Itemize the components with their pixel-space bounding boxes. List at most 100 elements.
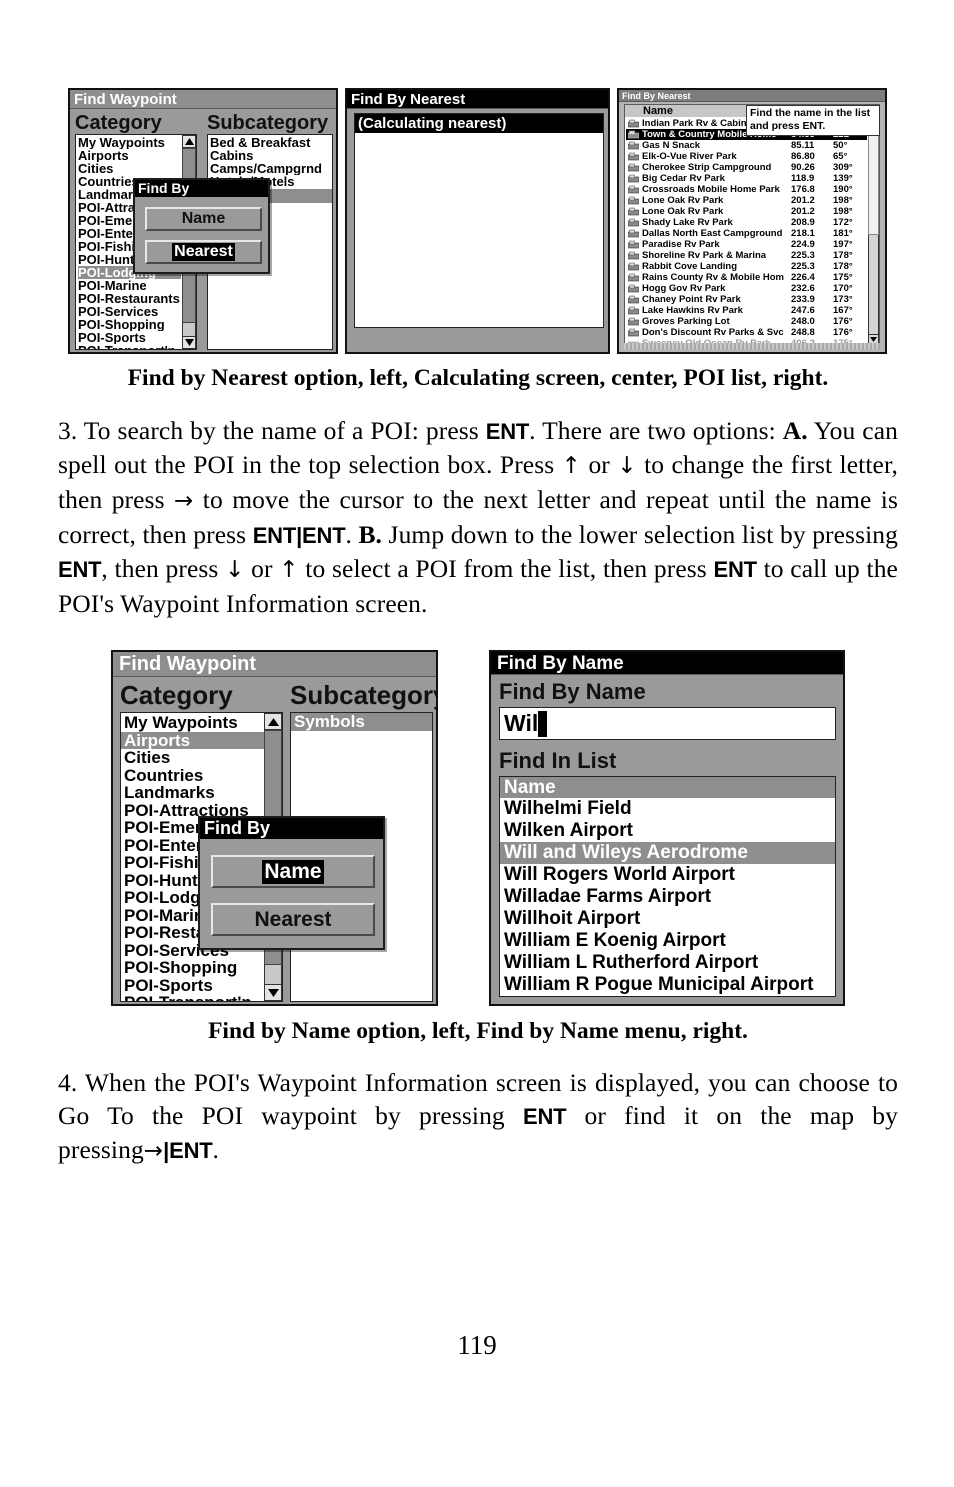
find-by-name-button[interactable]: Name: [211, 855, 375, 888]
poi-row[interactable]: Cherokee Strip Campground 90.26 309°: [626, 162, 867, 173]
poi-row[interactable]: Lake Hawkins Rv Park 247.6 167°: [626, 305, 867, 316]
p3-key-ent-3: ENT: [58, 557, 102, 582]
list-item[interactable]: Willadae Farms Airport: [500, 886, 835, 908]
poi-row[interactable]: Lone Oak Rv Park 201.2 198°: [626, 195, 867, 206]
poi-name: Rabbit Cove Landing: [642, 261, 737, 272]
p3-s11: to select a POI from the list, then pres…: [298, 554, 714, 583]
screen-titlebar: Find By Name: [491, 652, 843, 675]
poi-bearing: 167°: [833, 305, 853, 316]
poi-distance: 248.8: [791, 327, 815, 338]
list-item[interactable]: William L Rutherford Airport: [500, 952, 835, 974]
poi-row[interactable]: Groves Parking Lot 248.0 176°: [626, 316, 867, 327]
list-item[interactable]: POI-Restaurants: [78, 292, 181, 305]
list-item[interactable]: POI-Transport'n: [124, 994, 260, 1001]
list-item[interactable]: My Waypoints: [78, 136, 181, 149]
list-item-selected[interactable]: Airports: [121, 731, 282, 749]
popup-title: Find By: [200, 818, 383, 839]
poi-name: Shoreline Rv Park & Marina: [642, 250, 767, 261]
p3-arrow-down-2: ↓: [225, 557, 245, 583]
list-item[interactable]: Airports: [78, 149, 181, 162]
poi-row[interactable]: Lone Oak Rv Park 201.2 198°: [626, 206, 867, 217]
list-item[interactable]: Wilhelmi Field: [500, 798, 835, 820]
poi-marker-icon: [628, 141, 639, 150]
list-item[interactable]: Will Rogers World Airport: [500, 864, 835, 886]
list-item[interactable]: Landmarks: [124, 784, 260, 802]
scroll-up-icon[interactable]: [182, 135, 196, 148]
list-item[interactable]: POI-Shopping: [124, 959, 260, 977]
poi-marker-icon: [628, 251, 639, 260]
poi-marker-icon: [628, 207, 639, 216]
poi-row[interactable]: Dallas North East Campground 218.1 181°: [626, 228, 867, 239]
subcategory-item-selected[interactable]: Symbols: [291, 713, 432, 731]
scroll-up-icon[interactable]: [264, 713, 282, 730]
p3-s1: 3. To search by the name of a POI: press: [58, 416, 486, 445]
list-item[interactable]: Camps/Campgrnd: [210, 162, 322, 175]
poi-name: Crossroads Mobile Home Park: [642, 184, 780, 195]
p3-option-b: B.: [358, 520, 383, 549]
poi-name: Big Cedar Rv Park: [642, 173, 725, 184]
list-item[interactable]: Cities: [78, 162, 181, 175]
poi-marker-icon: [628, 284, 639, 293]
poi-row[interactable]: Paradise Rv Park 224.9 197°: [626, 239, 867, 250]
poi-row[interactable]: Shady Lake Rv Park 208.9 172°: [626, 217, 867, 228]
list-item[interactable]: Willhoit Airport: [500, 908, 835, 930]
list-item[interactable]: My Waypoints: [124, 714, 260, 732]
subcategory-header: Subcategory: [290, 680, 438, 710]
p3-key-ent-4: ENT: [713, 557, 758, 582]
poi-marker-icon: [628, 196, 639, 205]
list-item[interactable]: Cities: [124, 749, 260, 767]
list-item[interactable]: POI-Marine: [78, 279, 181, 292]
poi-row[interactable]: Hogg Gov Rv Park 232.6 170°: [626, 283, 867, 294]
poi-distance: 201.2: [791, 195, 815, 206]
poi-marker-icon: [628, 174, 639, 183]
scroll-down-icon[interactable]: [264, 984, 282, 1001]
poi-row[interactable]: Shoreline Rv Park & Marina 225.3 178°: [626, 250, 867, 261]
list-item[interactable]: Countries: [124, 767, 260, 785]
list-item[interactable]: William R Pogue Municipal Airport: [500, 974, 835, 996]
poi-bearing: 50°: [833, 140, 848, 151]
scroll-down-icon[interactable]: [182, 336, 196, 349]
poi-bearing: 139°: [833, 173, 853, 184]
poi-name: Chaney Point Rv Park: [642, 294, 741, 305]
list-item[interactable]: POI-Transport'n: [78, 344, 181, 349]
poi-distance: 118.9: [791, 173, 815, 184]
list-item[interactable]: POI-Sports: [124, 977, 260, 995]
poi-bearing: 172°: [833, 217, 853, 228]
poi-row[interactable]: Don's Discount Rv Parks & Svc 248.8 176°: [626, 327, 867, 338]
list-item[interactable]: POI-Services: [78, 305, 181, 318]
poi-row[interactable]: Crossroads Mobile Home Park 176.8 190°: [626, 184, 867, 195]
results-column-header: Name: [500, 777, 835, 798]
list-item[interactable]: POI-Shopping: [78, 318, 181, 331]
name-results-list[interactable]: Name Wilhelmi Field Wilken Airport Will …: [499, 776, 836, 997]
screen-titlebar: Find Waypoint: [70, 90, 336, 109]
list-item-selected[interactable]: Will and Wileys Aerodrome: [500, 842, 835, 864]
find-by-nearest-button[interactable]: Nearest: [211, 903, 375, 936]
p3-s4: or: [581, 450, 618, 479]
list-item[interactable]: Wilken Airport: [500, 820, 835, 842]
list-item[interactable]: William E Koenig Airport: [500, 930, 835, 952]
list-item[interactable]: POI-Sports: [78, 331, 181, 344]
p3-s8: Jump down to the lower selection list by…: [382, 520, 898, 549]
p4-key-ent-1: ENT: [522, 1104, 567, 1129]
name-search-input[interactable]: Wil: [499, 707, 836, 740]
poi-bearing: 176°: [833, 316, 853, 327]
poi-row[interactable]: Elk-O-Vue River Park 86.80 65°: [626, 151, 867, 162]
poi-row[interactable]: Rains County Rv & Mobile Hom 226.4 175°: [626, 272, 867, 283]
find-by-nearest-button[interactable]: Nearest: [145, 240, 262, 264]
poi-row[interactable]: Chaney Point Rv Park 233.9 173°: [626, 294, 867, 305]
poi-row[interactable]: Rabbit Cove Landing 225.3 178°: [626, 261, 867, 272]
category-header: Category: [120, 680, 233, 710]
poi-row[interactable]: Big Cedar Rv Park 118.9 139°: [626, 173, 867, 184]
poi-row[interactable]: Gas N Snack 85.11 50°: [626, 140, 867, 151]
poi-bearing: 170°: [833, 283, 853, 294]
poi-name: Groves Parking Lot: [642, 316, 730, 327]
poi-marker-icon: [628, 119, 639, 128]
p4-key-ent-2: |ENT: [163, 1138, 213, 1163]
poi-name: Lone Oak Rv Park: [642, 195, 724, 206]
figure2-caption-text: Find by Name option, left, Find by Name …: [208, 1018, 748, 1044]
list-item[interactable]: Cabins: [210, 149, 322, 162]
list-item[interactable]: Bed & Breakfast: [210, 136, 322, 149]
find-by-name-button[interactable]: Name: [145, 207, 262, 231]
poi-distance: 225.3: [791, 250, 815, 261]
